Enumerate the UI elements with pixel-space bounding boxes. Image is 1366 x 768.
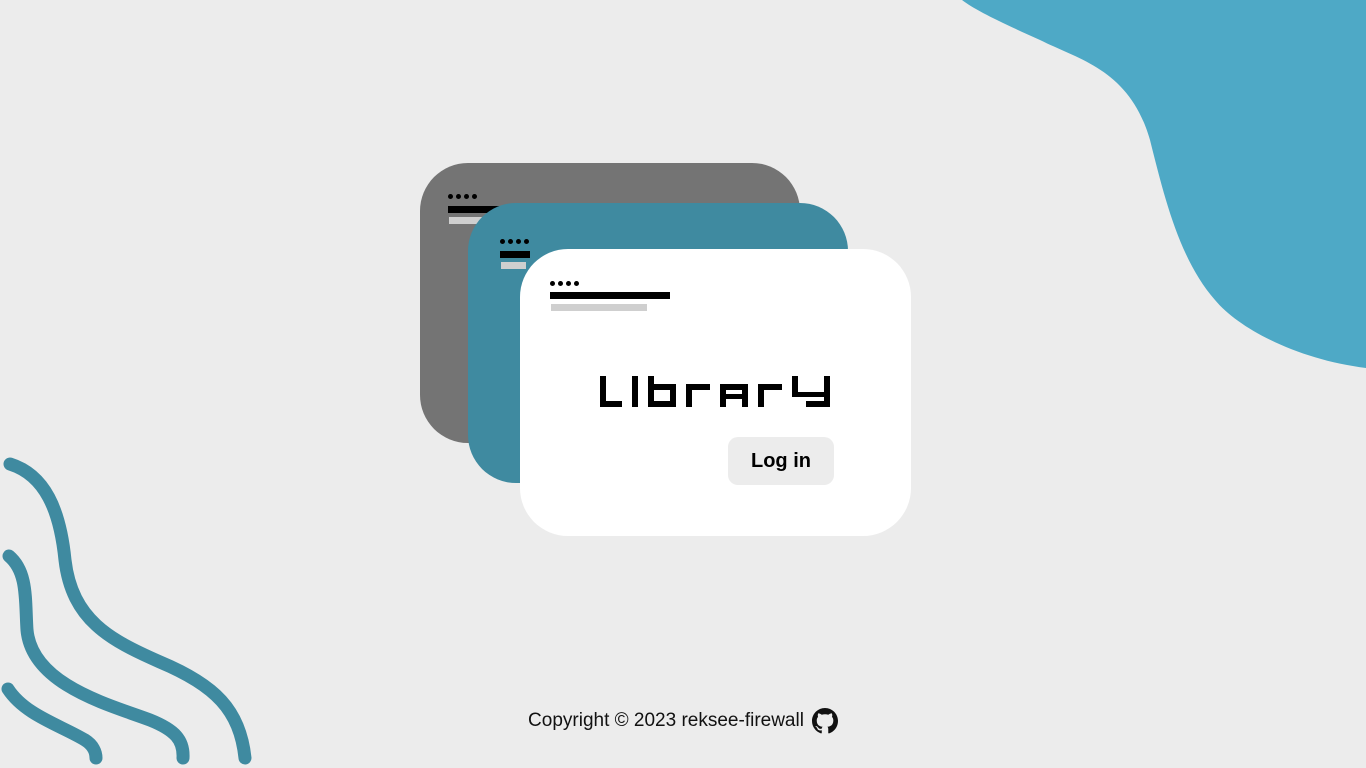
copyright-text: Copyright © 2023 reksee-firewall [528, 710, 804, 731]
github-icon[interactable] [811, 708, 838, 734]
login-page: library Log in Copyright © 2023 reksee-f… [0, 0, 1366, 768]
window-subbar-front [551, 304, 647, 311]
window-dots-front [550, 281, 579, 286]
window-bar-front [550, 292, 670, 299]
window-subbar-middle [501, 262, 526, 269]
window-dots-middle [500, 239, 529, 244]
window-bar-middle [500, 251, 530, 258]
library-logo: library [600, 376, 830, 407]
footer: Copyright © 2023 reksee-firewall [0, 708, 1366, 734]
login-button[interactable]: Log in [728, 437, 834, 485]
window-dots-back [448, 194, 477, 199]
